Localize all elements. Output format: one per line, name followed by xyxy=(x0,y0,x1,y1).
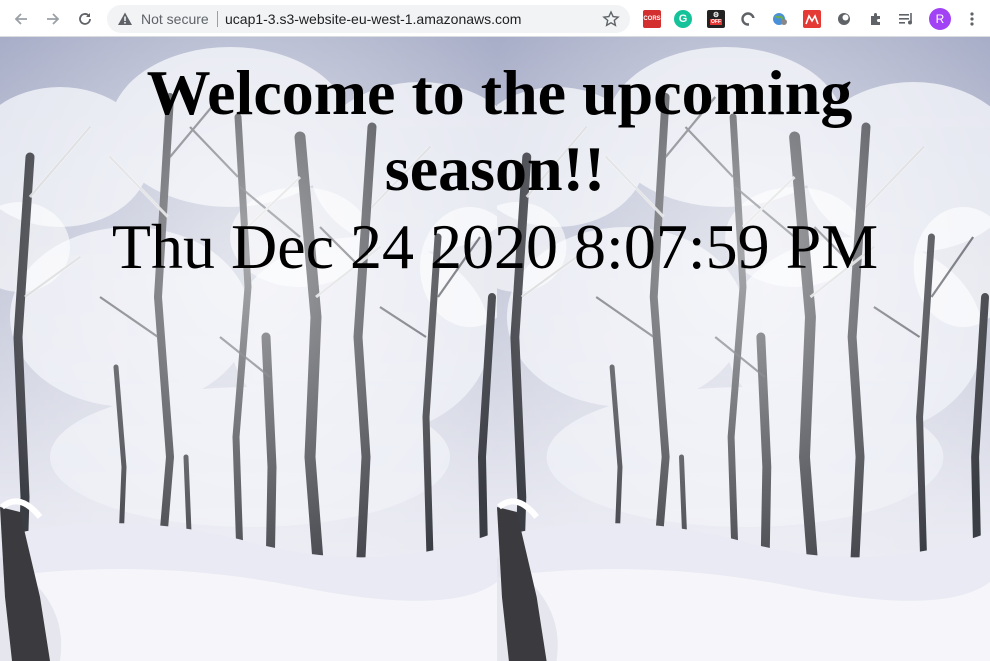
globe-extension-icon[interactable] xyxy=(771,10,789,28)
address-separator xyxy=(217,11,218,27)
back-arrow-icon xyxy=(14,13,27,25)
welcome-heading: Welcome to the upcoming season!! xyxy=(0,55,990,207)
cors-extension-label: CORS xyxy=(643,16,661,22)
profile-avatar[interactable]: R xyxy=(929,8,951,30)
reload-icon xyxy=(79,13,91,25)
sync-extension-icon[interactable] xyxy=(739,10,757,28)
forward-button[interactable] xyxy=(40,6,66,32)
media-controls-icon[interactable] xyxy=(898,10,916,28)
grammarly-icon[interactable]: G xyxy=(674,10,692,28)
kebab-menu-glyph xyxy=(970,12,974,26)
off-extension-icon[interactable]: ⚙ OFF xyxy=(707,10,725,28)
sync-extension-glyph xyxy=(741,12,755,26)
reload-button[interactable] xyxy=(72,6,98,32)
current-datetime: Thu Dec 24 2020 8:07:59 PM xyxy=(111,211,879,282)
red-extension-icon[interactable] xyxy=(803,10,821,28)
back-button[interactable] xyxy=(8,6,34,32)
profile-initial: R xyxy=(935,12,945,26)
url-text[interactable]: ucap1-3.s3-website-eu-west-1.amazonaws.c… xyxy=(225,11,521,27)
cors-extension-icon[interactable]: CORS xyxy=(643,10,661,28)
browser-toolbar: Not secure ucap1-3.s3-website-eu-west-1.… xyxy=(0,0,990,37)
circle-extension-glyph xyxy=(838,13,850,25)
grammarly-label: G xyxy=(678,13,688,25)
page-content: Welcome to the upcoming season!! Thu Dec… xyxy=(0,37,990,661)
bookmark-star-icon[interactable] xyxy=(602,10,620,28)
forward-arrow-icon xyxy=(47,13,60,25)
circle-extension-icon[interactable] xyxy=(835,10,853,28)
media-controls-glyph xyxy=(899,13,912,25)
warning-icon[interactable] xyxy=(117,11,133,27)
security-status-label[interactable]: Not secure xyxy=(141,11,209,27)
red-extension-glyph xyxy=(805,14,819,25)
welcome-heading-line2: season!! xyxy=(384,133,606,204)
off-extension-label: OFF xyxy=(710,19,722,25)
browser-menu-icon[interactable] xyxy=(963,10,981,28)
puzzle-extensions-icon[interactable] xyxy=(867,10,885,28)
puzzle-glyph xyxy=(871,13,880,25)
welcome-heading-line1: Welcome to the upcoming xyxy=(146,57,853,128)
globe-extension-glyph xyxy=(773,13,787,25)
address-bar[interactable]: Not secure ucap1-3.s3-website-eu-west-1.… xyxy=(107,5,630,33)
